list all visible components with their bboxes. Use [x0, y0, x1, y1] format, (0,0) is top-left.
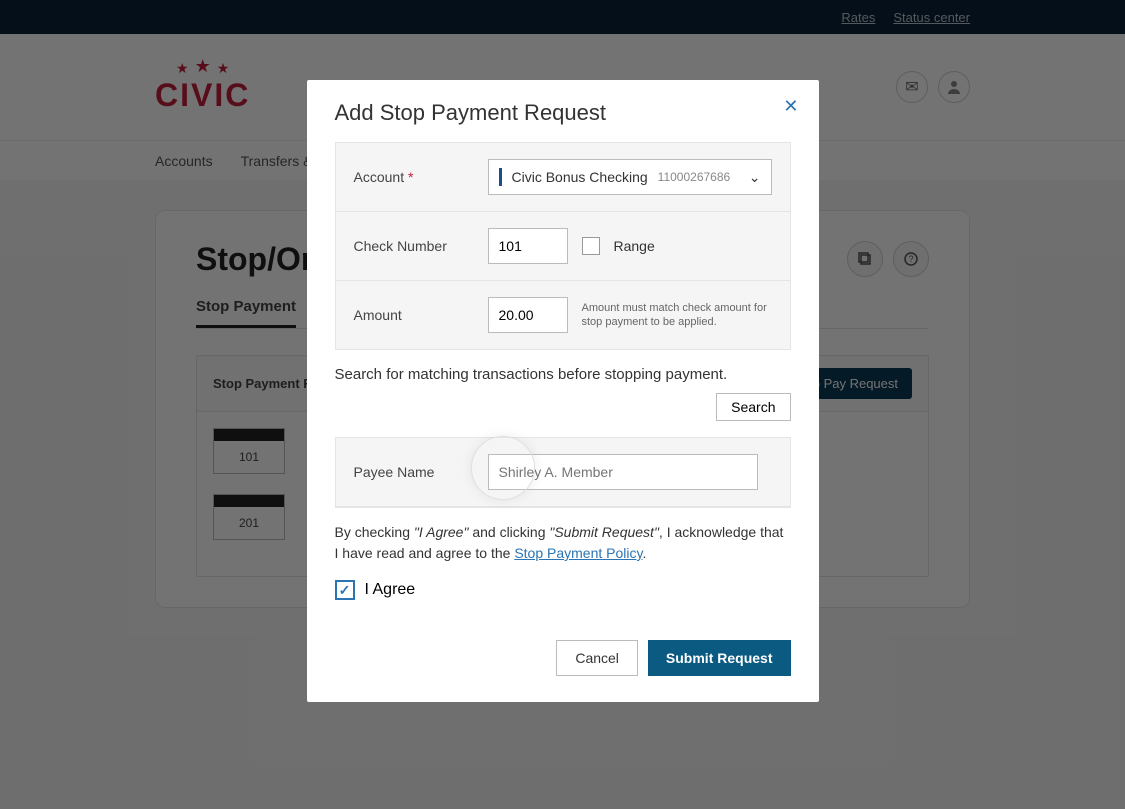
- check-number-input[interactable]: [488, 228, 568, 264]
- account-number: 11000267686: [658, 170, 731, 184]
- payee-name-label: Payee Name: [354, 464, 474, 480]
- modal-overlay: ✕ Add Stop Payment Request Account * Civ…: [0, 0, 1125, 809]
- modal-title: Add Stop Payment Request: [335, 100, 791, 126]
- payee-name-input[interactable]: [488, 454, 758, 490]
- agree-label: I Agree: [365, 581, 416, 599]
- cancel-button[interactable]: Cancel: [556, 640, 638, 676]
- account-name: Civic Bonus Checking: [512, 169, 648, 185]
- stop-payment-policy-link[interactable]: Stop Payment Policy: [514, 545, 642, 561]
- submit-request-button[interactable]: Submit Request: [648, 640, 791, 676]
- search-button[interactable]: Search: [716, 393, 790, 421]
- chevron-down-icon: ⌄: [749, 169, 761, 186]
- check-number-label: Check Number: [354, 238, 474, 254]
- agree-checkbox[interactable]: ✓: [335, 580, 355, 600]
- amount-hint: Amount must match check amount for stop …: [582, 301, 772, 330]
- range-checkbox[interactable]: [582, 237, 600, 255]
- add-stop-payment-modal: ✕ Add Stop Payment Request Account * Civ…: [307, 80, 819, 702]
- range-label: Range: [614, 238, 655, 254]
- account-label: Account *: [354, 169, 474, 185]
- account-select[interactable]: Civic Bonus Checking 11000267686 ⌄: [488, 159, 772, 195]
- amount-input[interactable]: [488, 297, 568, 333]
- disclaimer-text: By checking "I Agree" and clicking "Subm…: [335, 508, 791, 572]
- amount-label: Amount: [354, 307, 474, 323]
- search-instruction: Search for matching transactions before …: [335, 366, 728, 383]
- close-icon[interactable]: ✕: [783, 96, 798, 117]
